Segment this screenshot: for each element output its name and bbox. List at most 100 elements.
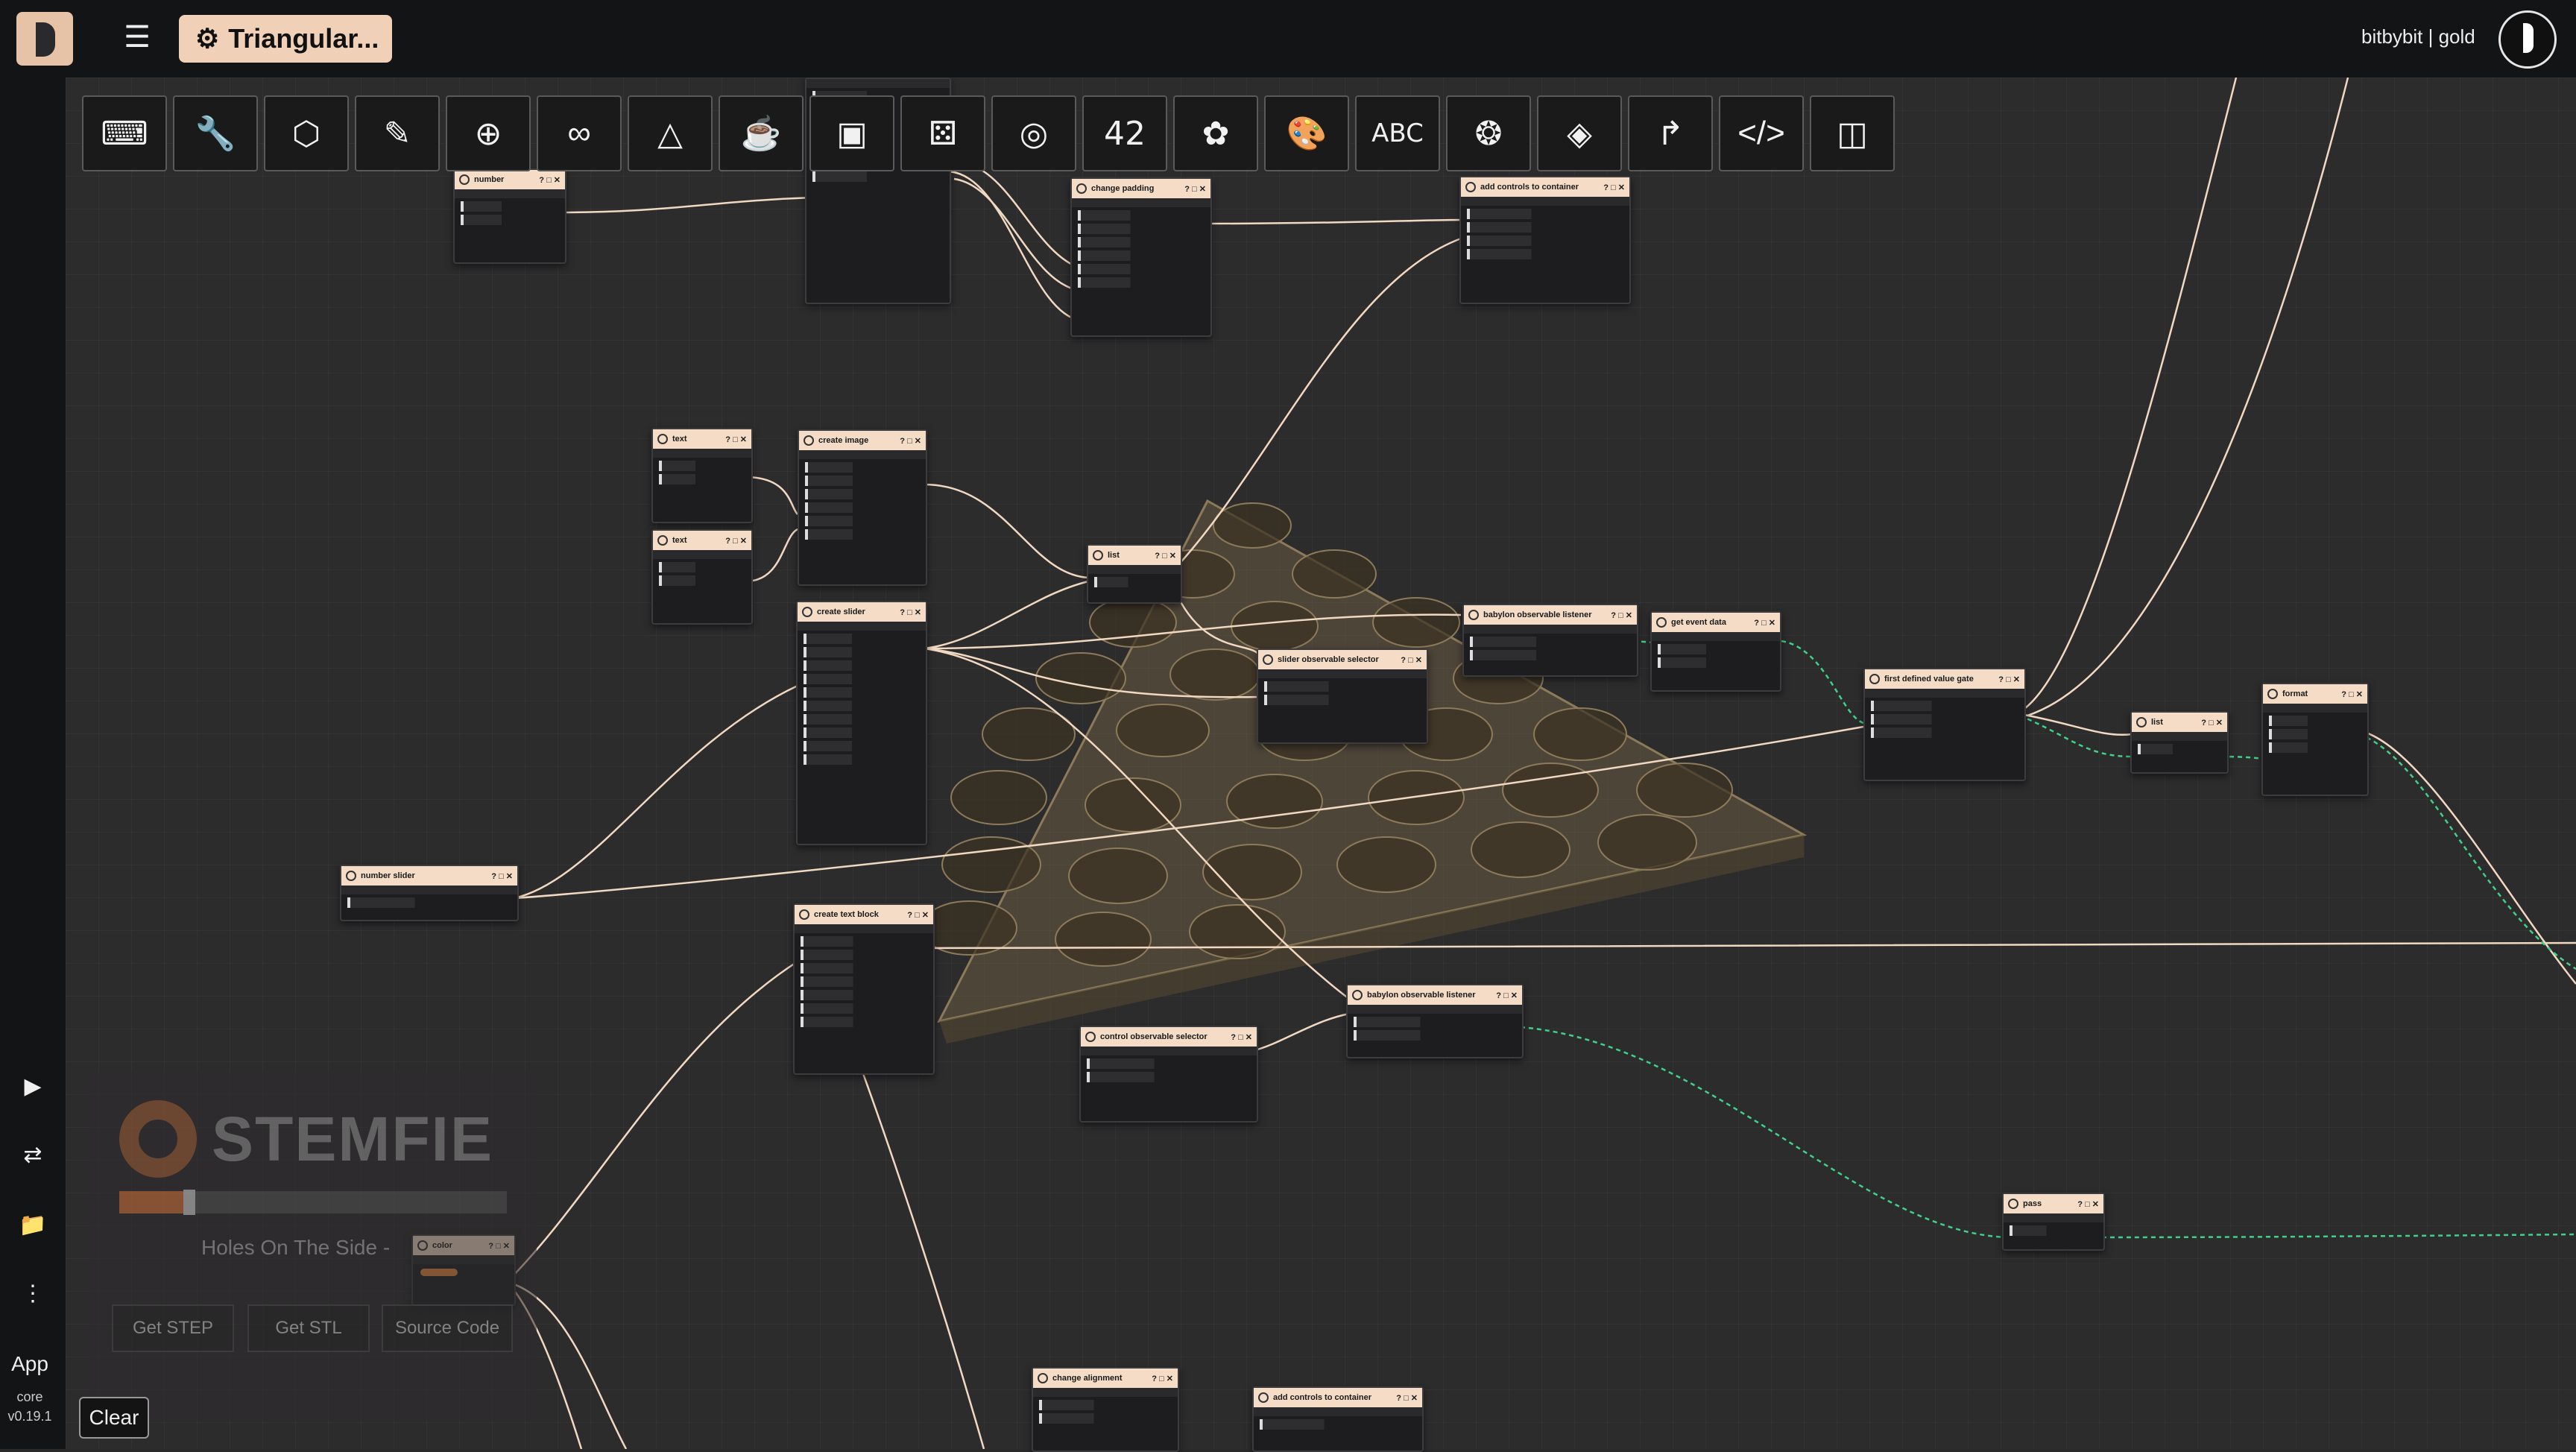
- app-logo[interactable]: [16, 12, 73, 66]
- molecule-icon[interactable]: ✿: [1173, 95, 1258, 171]
- node-title: text: [672, 536, 687, 545]
- glasses-icon[interactable]: △: [628, 95, 713, 171]
- node-title: create text block: [814, 910, 879, 919]
- node-controls[interactable]: ? □ ✕: [1152, 1374, 1173, 1383]
- node-title: get event data: [1671, 618, 1726, 627]
- node-title: control observable selector: [1100, 1032, 1208, 1041]
- node-type-icon: [804, 435, 814, 446]
- node-control-observable-selector[interactable]: control observable selector ? □ ✕: [1079, 1026, 1258, 1123]
- dice-icon[interactable]: ⚄: [900, 95, 985, 171]
- node-controls[interactable]: ? □ ✕: [1998, 675, 2020, 684]
- node-controls[interactable]: ? □ ✕: [2201, 718, 2223, 727]
- node-get-event-data[interactable]: get event data ? □ ✕: [1650, 611, 1781, 692]
- node-controls[interactable]: ? □ ✕: [1603, 183, 1625, 192]
- node-number-slider[interactable]: number slider ? □ ✕: [340, 865, 519, 921]
- node-type-icon: [1093, 550, 1103, 561]
- play-icon[interactable]: ▶: [16, 1070, 49, 1103]
- node-controls[interactable]: ? □ ✕: [1396, 1393, 1418, 1403]
- node-text-2[interactable]: text ? □ ✕: [651, 529, 753, 625]
- text-icon[interactable]: ABC: [1355, 95, 1440, 171]
- node-controls[interactable]: ? □ ✕: [900, 436, 921, 446]
- stemfie-brand: STEMFIE: [212, 1103, 494, 1174]
- node-type-icon: [1869, 674, 1880, 684]
- node-controls[interactable]: ? □ ✕: [900, 607, 921, 617]
- node-title: format: [2282, 689, 2308, 698]
- node-title: list: [2151, 718, 2163, 727]
- node-title: create image: [818, 436, 869, 445]
- holes-slider-thumb[interactable]: [183, 1190, 195, 1215]
- node-number[interactable]: number ? □ ✕: [453, 168, 566, 264]
- node-controls[interactable]: ? □ ✕: [539, 175, 561, 185]
- keyboard-icon[interactable]: ⌨: [82, 95, 167, 171]
- node-controls[interactable]: ? □ ✕: [1401, 655, 1422, 665]
- node-type-icon: [1656, 617, 1667, 628]
- holes-slider-label: Holes On The Side -: [201, 1236, 391, 1259]
- node-pass[interactable]: pass ? □ ✕: [2002, 1193, 2105, 1251]
- app-label[interactable]: App: [0, 1352, 60, 1376]
- node-change-alignment[interactable]: change alignment ? □ ✕: [1032, 1367, 1179, 1452]
- node-slider-observable-selector[interactable]: slider observable selector ? □ ✕: [1257, 648, 1428, 744]
- more-vertical-icon[interactable]: ⋮: [16, 1278, 49, 1310]
- node-controls[interactable]: ? □ ✕: [725, 536, 747, 546]
- node-controls[interactable]: ? □ ✕: [1155, 551, 1176, 561]
- node-title: first defined value gate: [1884, 675, 1974, 684]
- node-first-defined-value-gate[interactable]: first defined value gate ? □ ✕: [1863, 668, 2026, 781]
- node-create-slider[interactable]: create slider ? □ ✕: [796, 601, 927, 845]
- wrench-icon[interactable]: 🔧: [173, 95, 258, 171]
- node-create-image[interactable]: create image ? □ ✕: [798, 429, 927, 586]
- pipette-icon[interactable]: ✎: [355, 95, 440, 171]
- node-controls[interactable]: ? □ ✕: [1231, 1032, 1252, 1042]
- user-label: bitbybit | gold: [2361, 25, 2475, 48]
- node-controls[interactable]: ? □ ✕: [1611, 610, 1632, 620]
- node-type-icon: [346, 871, 356, 881]
- node-type-icon: [799, 909, 809, 920]
- path-icon[interactable]: ↱: [1628, 95, 1713, 171]
- swap-icon[interactable]: ⇄: [16, 1139, 49, 1172]
- node-controls[interactable]: ? □ ✕: [491, 871, 513, 881]
- node-type-icon: [1085, 1032, 1096, 1042]
- folder-icon[interactable]: 📁: [16, 1209, 49, 1242]
- number-icon[interactable]: 42: [1082, 95, 1167, 171]
- holes-slider[interactable]: [119, 1190, 507, 1215]
- node-controls[interactable]: ? □ ✕: [1184, 184, 1206, 194]
- node-controls[interactable]: ? □ ✕: [1496, 991, 1518, 1000]
- get-step-button[interactable]: Get STEP: [112, 1304, 234, 1352]
- rings-icon[interactable]: ◎: [991, 95, 1076, 171]
- node-babylon-observable-listener-1[interactable]: babylon observable listener ? □ ✕: [1462, 604, 1638, 677]
- node-add-controls-to-container[interactable]: add controls to container ? □ ✕: [1459, 176, 1631, 304]
- gear-logo-icon: [119, 1100, 197, 1178]
- node-controls[interactable]: ? □ ✕: [2077, 1199, 2099, 1209]
- clear-button[interactable]: Clear: [79, 1397, 149, 1439]
- node-create-text-block[interactable]: create text block ? □ ✕: [793, 903, 935, 1075]
- left-sidebar: ▶ ⇄ 📁 ⋮ App core v0.19.1: [0, 78, 66, 1449]
- cube-icon[interactable]: ▣: [809, 95, 894, 171]
- hexagon-icon[interactable]: ⬡: [264, 95, 349, 171]
- node-list-1[interactable]: list ? □ ✕: [1087, 544, 1182, 604]
- node-add-controls-to-container-2[interactable]: add controls to container ? □ ✕: [1252, 1386, 1424, 1452]
- node-controls[interactable]: ? □ ✕: [2341, 689, 2363, 699]
- node-controls[interactable]: ? □ ✕: [907, 910, 929, 920]
- node-title: number slider: [361, 871, 415, 880]
- tag-icon[interactable]: ◈: [1537, 95, 1622, 171]
- infinity-icon[interactable]: ∞: [537, 95, 622, 171]
- node-babylon-observable-listener-2[interactable]: babylon observable listener ? □ ✕: [1346, 984, 1524, 1058]
- target-icon[interactable]: ⊕: [446, 95, 531, 171]
- hamburger-menu-icon[interactable]: ☰: [121, 22, 154, 55]
- palette-icon[interactable]: 🎨: [1264, 95, 1349, 171]
- node-format[interactable]: format ? □ ✕: [2261, 683, 2369, 796]
- get-stl-button[interactable]: Get STL: [247, 1304, 370, 1352]
- project-settings-button[interactable]: ⚙ Triangular...: [179, 15, 393, 63]
- user-avatar[interactable]: [2498, 10, 2557, 69]
- number-slider-track[interactable]: [347, 897, 511, 908]
- cup-icon[interactable]: ☕: [719, 95, 804, 171]
- node-controls[interactable]: ? □ ✕: [725, 435, 747, 444]
- node-list-2[interactable]: list ? □ ✕: [2130, 711, 2229, 774]
- source-code-button[interactable]: Source Code: [382, 1304, 513, 1352]
- panel-icon[interactable]: ◫: [1810, 95, 1895, 171]
- node-text-1[interactable]: text ? □ ✕: [651, 428, 753, 523]
- node-change-padding[interactable]: change padding ? □ ✕: [1070, 177, 1212, 337]
- node-title: change alignment: [1052, 1374, 1123, 1383]
- node-controls[interactable]: ? □ ✕: [1754, 618, 1775, 628]
- spiral-icon[interactable]: ❂: [1446, 95, 1531, 171]
- code-icon[interactable]: </>: [1719, 95, 1804, 171]
